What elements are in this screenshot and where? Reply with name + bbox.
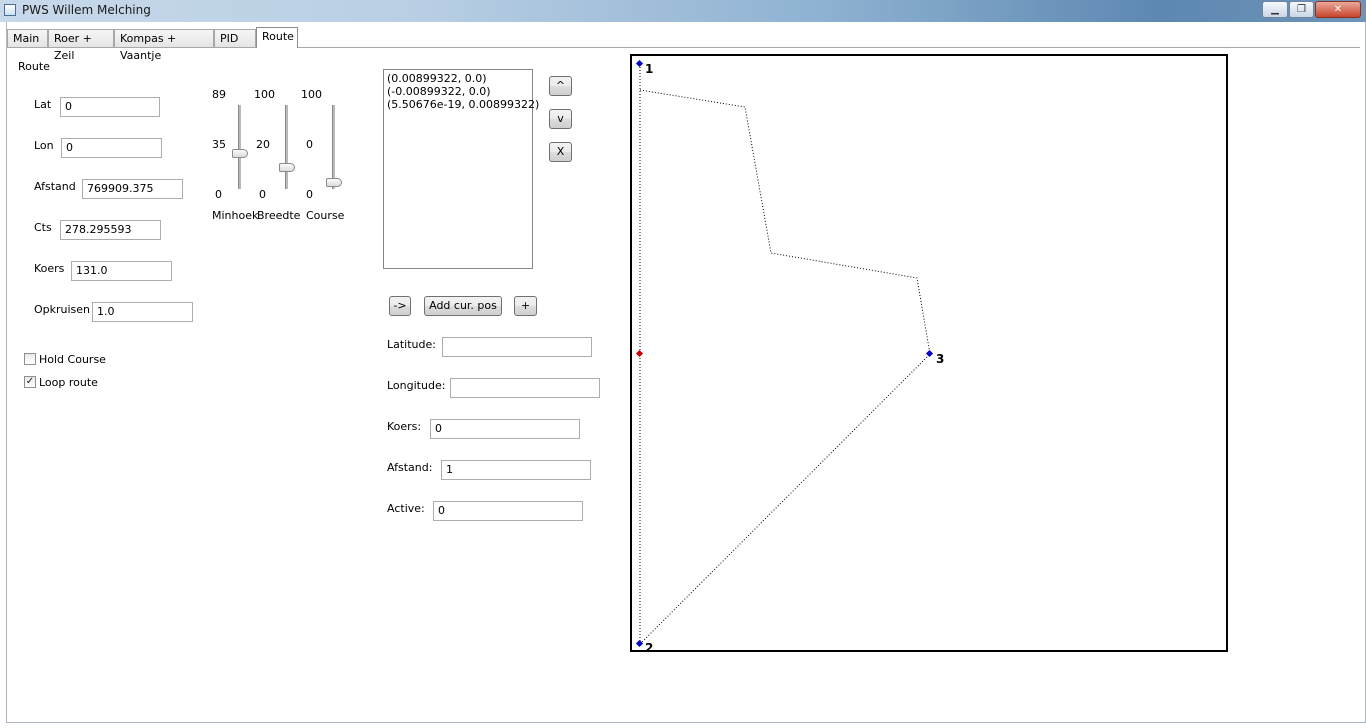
lat-label: Lat [34, 98, 52, 111]
opkruisen-field[interactable]: 1.0 [92, 302, 193, 322]
tab-kompas-vaantje[interactable]: Kompas + Vaantje [114, 29, 214, 62]
tab-main[interactable]: Main [7, 29, 48, 47]
lat-field[interactable]: 0 [60, 97, 160, 117]
move-down-button[interactable]: v [549, 109, 572, 129]
maximize-button[interactable]: ❐ [1289, 1, 1314, 18]
route-map[interactable]: 1 2 3 [630, 54, 1228, 652]
lon-field[interactable]: 0 [61, 138, 162, 158]
tab-baseline [7, 47, 1360, 48]
slider-breedte-value: 20 [256, 138, 270, 151]
latitude-field[interactable] [442, 337, 592, 357]
list-item[interactable]: (5.50676e-19, 0.00899322) [387, 98, 539, 111]
opkruisen-label: Opkruisen [34, 303, 91, 316]
close-button[interactable]: ✕ [1315, 1, 1361, 18]
waypoint-label: 3 [936, 352, 944, 366]
slider-breedte-track [285, 105, 288, 189]
loop-route-label: Loop route [39, 376, 98, 389]
loop-route-checkbox[interactable]: ✓ [24, 376, 36, 388]
tab-pid[interactable]: PID [214, 29, 256, 47]
list-item[interactable]: (0.00899322, 0.0) [387, 72, 529, 85]
slider-minhoek-thumb[interactable] [232, 149, 248, 158]
route-leg-2-3 [639, 353, 931, 645]
delete-waypoint-button[interactable]: X [549, 142, 572, 162]
app-icon [4, 4, 16, 16]
slider-minhoek-label: Minhoek [212, 209, 259, 222]
waypoint-label: 1 [645, 62, 653, 76]
waypoint-list[interactable]: (0.00899322, 0.0) (-0.00899322, 0.0) (5.… [383, 69, 539, 269]
minimize-button[interactable]: ▁ [1262, 1, 1288, 18]
afstand-field[interactable]: 769909.375 [82, 179, 183, 199]
waypoint-marker[interactable] [635, 59, 644, 68]
afstand-detail-field[interactable]: 1 [441, 460, 591, 480]
longitude-label: Longitude: [387, 379, 446, 392]
slider-course-track [332, 105, 335, 189]
latitude-label: Latitude: [387, 338, 436, 351]
hold-course-label: Hold Course [39, 353, 106, 366]
afstand-label: Afstand [34, 180, 76, 193]
tab-route[interactable]: Route [256, 27, 298, 48]
slider-course-thumb[interactable] [326, 178, 342, 187]
add-waypoint-button[interactable]: + [514, 296, 537, 316]
slider-breedte-label: Breedte [257, 209, 301, 222]
route-map-svg: 1 2 3 [635, 59, 944, 650]
cts-field[interactable]: 278.295593 [60, 220, 161, 240]
slider-minhoek-max: 89 [212, 88, 226, 101]
hold-course-checkbox[interactable] [24, 353, 36, 365]
longitude-field[interactable] [450, 378, 600, 398]
slider-course-max: 100 [301, 88, 322, 101]
active-label: Active: [387, 502, 425, 515]
boat-track [639, 89, 931, 355]
boat-position-marker [635, 349, 644, 358]
slider-course-label: Course [306, 209, 345, 222]
tab-roer-zeil[interactable]: Roer + Zeil [48, 29, 114, 62]
window-title: PWS Willem Melching [22, 3, 151, 17]
list-item[interactable]: (-0.00899322, 0.0) [387, 85, 529, 98]
waypoint-marker[interactable] [635, 639, 644, 648]
slider-course-min: 0 [306, 188, 313, 201]
waypoint-label: 2 [645, 641, 653, 650]
move-up-button[interactable]: ^ [549, 76, 572, 96]
route-heading: Route [18, 60, 50, 73]
koers-detail-label: Koers: [387, 420, 422, 433]
slider-breedte-thumb[interactable] [279, 163, 295, 172]
slider-minhoek-value: 35 [212, 138, 226, 151]
title-bar: PWS Willem Melching ▁ ❐ ✕ [0, 0, 1366, 22]
koers-field[interactable]: 131.0 [71, 261, 172, 281]
add-cur-pos-button[interactable]: Add cur. pos [424, 296, 502, 316]
waypoint-marker[interactable] [925, 349, 934, 358]
active-field[interactable]: 0 [433, 501, 583, 521]
slider-breedte-min: 0 [259, 188, 266, 201]
koers-label: Koers [34, 262, 65, 275]
cts-label: Cts [34, 221, 52, 234]
goto-button[interactable]: -> [389, 296, 411, 316]
lon-label: Lon [34, 139, 54, 152]
koers-detail-field[interactable]: 0 [430, 419, 580, 439]
slider-minhoek-track [238, 105, 241, 189]
slider-breedte-max: 100 [254, 88, 275, 101]
slider-course-value: 0 [306, 138, 313, 151]
checkmark-icon: ✓ [25, 376, 35, 387]
afstand-detail-label: Afstand: [387, 461, 433, 474]
slider-minhoek-min: 0 [215, 188, 222, 201]
